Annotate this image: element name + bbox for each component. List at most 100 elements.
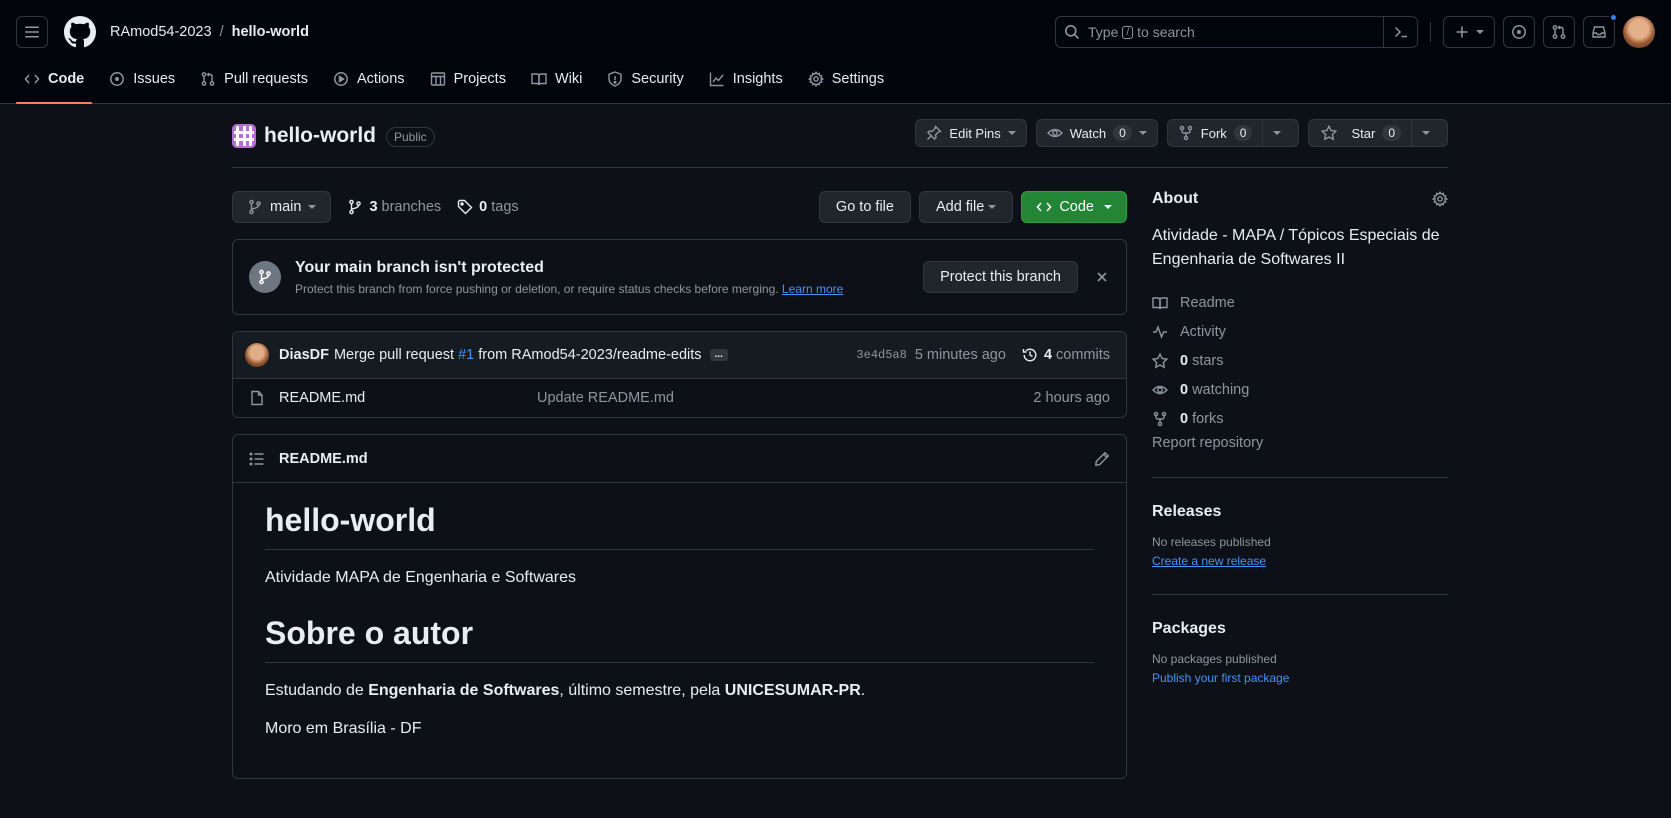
file-toolbar: main 3 branches 0 tags Go to file Add fi… [232,190,1127,223]
readme-header: README.md [233,435,1126,483]
report-repository-link[interactable]: Report repository [1152,435,1448,451]
github-logo-icon[interactable] [64,16,96,48]
star-count: 0 [1382,125,1401,141]
tab-issues[interactable]: Issues [101,55,183,103]
branch-name: main [270,198,302,215]
file-icon [249,390,265,406]
stars-count: 0 [1180,352,1189,369]
readme-link[interactable]: Readme [1152,288,1448,317]
tab-actions[interactable]: Actions [325,55,413,103]
readme-title[interactable]: README.md [279,451,368,467]
inbox-icon [1591,24,1607,40]
breadcrumb: RAmod54-2023 / hello-world [110,24,309,40]
close-icon[interactable] [1094,269,1110,285]
edit-pins-label: Edit Pins [949,125,1001,141]
add-file-button[interactable]: Add file [918,190,1014,223]
issue-icon [109,71,125,87]
fork-button[interactable]: Fork 0 [1166,119,1264,147]
gear-icon[interactable] [1432,191,1448,207]
file-commit-message[interactable]: Update README.md [537,390,674,406]
about-header: About [1152,190,1448,208]
tab-pull-requests[interactable]: Pull requests [192,55,316,103]
tab-wiki[interactable]: Wiki [523,55,590,103]
publish-package-link[interactable]: Publish your first package [1152,671,1448,685]
tags-link[interactable]: 0 tags [457,199,519,215]
code-icon [24,71,40,87]
pulse-icon [1152,324,1168,340]
list-unordered-icon[interactable] [249,451,265,467]
commit-message-suffix[interactable]: from RAmod54-2023/readme-edits [478,347,701,363]
stars-link[interactable]: 0 stars [1152,346,1448,375]
watching-link[interactable]: 0 watching [1152,375,1448,404]
breadcrumb-repo[interactable]: hello-world [232,24,309,40]
commit-author[interactable]: DiasDF [279,347,329,363]
tab-settings[interactable]: Settings [800,55,892,103]
latest-commit: DiasDF Merge pull request #1 from RAmod5… [233,332,1126,379]
star-button[interactable]: Star 0 [1308,119,1412,147]
create-release-link[interactable]: Create a new release [1152,554,1448,568]
menu-button[interactable] [16,16,48,48]
commits-label: commits [1056,347,1110,363]
watch-button[interactable]: Watch 0 [1035,119,1158,147]
command-palette-icon[interactable] [1383,17,1417,47]
file-browser: DiasDF Merge pull request #1 from RAmod5… [232,331,1127,418]
packages-heading[interactable]: Packages [1152,620,1448,638]
tab-code[interactable]: Code [16,55,93,104]
readme-subheading: Sobre o autor [265,613,1094,663]
fork-button-group: Fork 0 [1166,119,1300,147]
file-row[interactable]: README.md Update README.md 2 hours ago [233,379,1126,417]
issues-button[interactable] [1503,16,1535,48]
branch-selector[interactable]: main [232,190,332,223]
create-new-button[interactable] [1443,16,1495,48]
pull-requests-button[interactable] [1543,16,1575,48]
file-name[interactable]: README.md [279,390,537,406]
activity-link[interactable]: Activity [1152,317,1448,346]
header-divider [1430,22,1431,42]
star-icon [1152,352,1168,369]
star-label: Star [1351,125,1376,141]
star-dropdown-button[interactable] [1412,119,1448,147]
readme-paragraph: Moro em Brasília - DF [265,720,422,737]
plus-icon [1454,24,1470,40]
commit-sha[interactable]: 3e4d5a8 [856,348,906,362]
watching-count: 0 [1180,381,1189,398]
readme-panel: README.md hello-world Atividade MAPA de … [232,434,1127,779]
commit-message-prefix[interactable]: Merge pull request [334,347,454,363]
commits-link[interactable]: 4 commits [1022,347,1110,363]
breadcrumb-owner[interactable]: RAmod54-2023 [110,24,212,40]
user-avatar[interactable] [1623,16,1655,48]
tab-insights-label: Insights [732,71,783,87]
go-to-file-button[interactable]: Go to file [818,190,911,223]
about-sidebar: About Atividade - MAPA / Tópicos Especia… [1152,190,1448,685]
tab-insights[interactable]: Insights [701,55,791,103]
commit-author-avatar[interactable] [245,343,269,367]
branches-count: 3 [369,198,378,215]
tab-projects[interactable]: Projects [422,55,514,103]
global-header: RAmod54-2023 / hello-world Type / to sea… [0,0,1671,104]
repo-name[interactable]: hello-world [264,124,376,148]
expand-commit-button[interactable]: ... [709,349,728,361]
sidebar-divider [1152,594,1448,595]
fork-dropdown-button[interactable] [1263,119,1300,147]
tags-label: tags [491,198,519,215]
branches-link[interactable]: 3 branches [347,199,441,215]
repo-forked-icon [1152,411,1168,427]
edit-pins-button[interactable]: Edit Pins [915,119,1027,147]
visibility-badge: Public [386,127,435,147]
about-heading: About [1152,190,1199,207]
protect-branch-button[interactable]: Protect this branch [923,261,1078,293]
header-top-bar: RAmod54-2023 / hello-world Type / to sea… [16,13,1655,49]
tab-security[interactable]: Security [599,55,691,103]
code-button[interactable]: Code [1021,190,1127,223]
releases-heading[interactable]: Releases [1152,503,1448,521]
readme-link-label: Readme [1180,294,1235,311]
forks-link[interactable]: 0 forks [1152,404,1448,433]
readme-text: Estudando de [265,682,369,699]
stars-label: stars [1192,352,1224,369]
pencil-icon[interactable] [1094,451,1110,467]
inbox-button[interactable] [1583,13,1618,48]
issue-opened-icon [1511,24,1527,40]
commit-pr-link[interactable]: #1 [458,347,474,363]
search-input[interactable]: Type / to search [1055,16,1418,48]
learn-more-link[interactable]: Learn more [782,282,843,296]
